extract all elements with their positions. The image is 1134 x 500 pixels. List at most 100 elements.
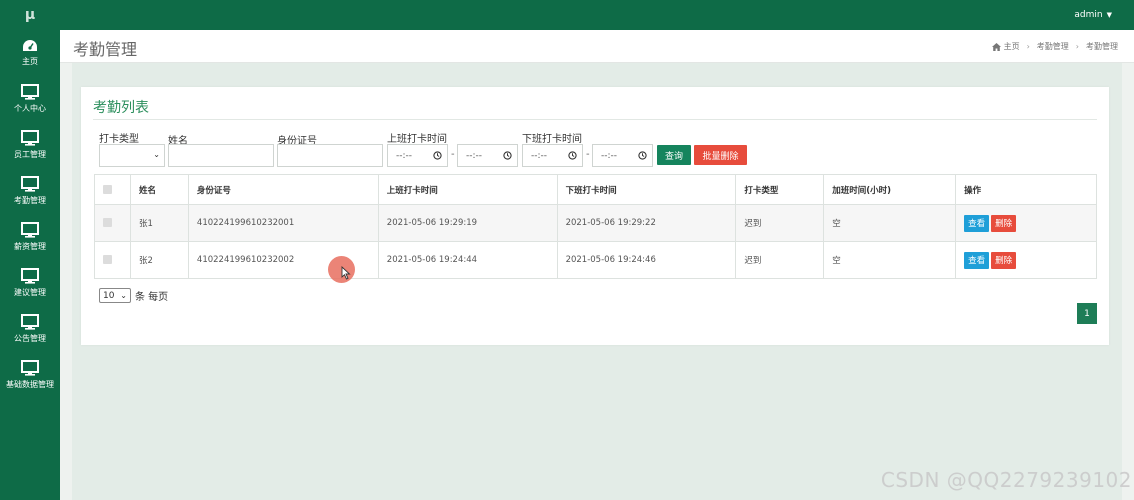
in-time-start-input[interactable]: --:-- [387, 144, 448, 167]
page-title: 考勤管理 [73, 40, 138, 59]
user-name: admin [1074, 10, 1103, 20]
time-placeholder: --:-- [396, 150, 413, 161]
cell-actions: 查看 删除 [955, 241, 1097, 279]
cell-out-time: 2021-05-06 19:29:22 [556, 204, 737, 242]
column-header: 下班打卡时间 [556, 174, 737, 205]
select-all-checkbox[interactable] [103, 184, 112, 194]
view-button[interactable]: 查看 [964, 214, 990, 232]
sidebar-item-label: 公告管理 [14, 334, 46, 343]
row-checkbox[interactable] [103, 255, 112, 264]
monitor-icon [21, 130, 39, 146]
sidebar-item-label: 薪资管理 [14, 242, 46, 251]
monitor-icon [21, 222, 39, 238]
column-header: 加班时间(小时) [823, 174, 957, 205]
sidebar-item-label: 考勤管理 [14, 196, 46, 205]
page-size-suffix: 条 每页 [135, 292, 169, 303]
chevron-down-icon: ⌄ [153, 150, 160, 159]
chevron-right-icon: › [1026, 42, 1030, 51]
cell-punch-type: 迟到 [735, 204, 825, 242]
dashboard-icon [23, 40, 37, 51]
batch-delete-button[interactable]: 批量删除 [694, 145, 747, 165]
cell-name: 张2 [129, 241, 189, 279]
filter-in-time-label: 上班打卡时间 [387, 134, 447, 145]
attendance-table: 姓名 身份证号 上班打卡时间 下班打卡时间 打卡类型 加班时间(小时) 操作 张… [94, 174, 1097, 279]
range-separator: - [451, 149, 455, 160]
divider [93, 119, 1097, 120]
search-button[interactable]: 查询 [657, 145, 691, 165]
monitor-icon [21, 268, 39, 284]
breadcrumb-home[interactable]: 主页 [1004, 41, 1020, 52]
row-select-cell [94, 241, 131, 279]
card-title: 考勤列表 [93, 100, 149, 116]
sidebar-item-home[interactable]: 主页 [0, 30, 60, 76]
cell-overtime: 空 [823, 241, 957, 279]
sidebar-item-personal-center[interactable]: 个人中心 [0, 76, 60, 122]
out-time-start-input[interactable]: --:-- [522, 144, 583, 167]
out-time-end-input[interactable]: --:-- [592, 144, 653, 167]
top-navbar: admin ▼ [60, 0, 1134, 30]
watermark: CSDN @QQ2279239102 [880, 468, 1132, 492]
clock-icon [433, 151, 442, 160]
delete-button[interactable]: 删除 [991, 214, 1017, 232]
chevron-right-icon: › [1075, 42, 1079, 51]
cell-in-time: 2021-05-06 19:24:44 [377, 241, 558, 279]
breadcrumb-item[interactable]: 考勤管理 [1037, 41, 1069, 52]
clock-icon [568, 151, 577, 160]
chevron-down-icon: ⌄ [120, 291, 127, 300]
app-logo: μ [24, 7, 36, 23]
cell-in-time: 2021-05-06 19:29:19 [377, 204, 558, 242]
monitor-icon [21, 360, 39, 376]
column-header: 身份证号 [187, 174, 379, 205]
page-size-control: 10 ⌄ 条 每页 [99, 288, 168, 303]
page-1-button[interactable]: 1 [1077, 303, 1097, 324]
column-header: 打卡类型 [735, 174, 825, 205]
column-header: 上班打卡时间 [377, 174, 558, 205]
punch-type-select[interactable]: ⌄ [99, 144, 165, 167]
sidebar-item-employees[interactable]: 员工管理 [0, 122, 60, 168]
cell-id-number: 410224199610232001 [187, 204, 379, 242]
table-row: 张2 410224199610232002 2021-05-06 19:24:4… [94, 241, 1097, 279]
id-number-input[interactable] [277, 144, 383, 167]
sidebar-item-label: 个人中心 [14, 104, 46, 113]
caret-down-icon: ▼ [1106, 11, 1112, 19]
breadcrumb: 主页 › 考勤管理 › 考勤管理 [991, 41, 1118, 52]
sidebar-item-base-data[interactable]: 基础数据管理 [0, 352, 60, 398]
cell-out-time: 2021-05-06 19:24:46 [556, 241, 737, 279]
range-separator: - [586, 149, 590, 160]
time-placeholder: --:-- [601, 150, 618, 161]
view-button[interactable]: 查看 [964, 251, 990, 269]
home-icon [991, 42, 1001, 51]
column-header: 姓名 [129, 174, 189, 205]
sidebar-item-attendance[interactable]: 考勤管理 [0, 168, 60, 214]
monitor-icon [21, 84, 39, 100]
in-time-end-input[interactable]: --:-- [457, 144, 518, 167]
sidebar-item-label: 员工管理 [14, 150, 46, 159]
page-size-value: 10 [103, 290, 115, 301]
column-header: 操作 [955, 174, 1097, 205]
sidebar-item-salary[interactable]: 薪资管理 [0, 214, 60, 260]
sidebar-item-label: 主页 [22, 57, 38, 66]
sidebar-item-suggestions[interactable]: 建议管理 [0, 260, 60, 306]
table-row: 张1 410224199610232001 2021-05-06 19:29:1… [94, 204, 1097, 242]
time-placeholder: --:-- [531, 150, 548, 161]
attendance-card: 考勤列表 打卡类型 姓名 身份证号 上班打卡时间 下班打卡时间 ⌄ --:-- … [81, 87, 1109, 345]
clock-icon [503, 151, 512, 160]
filter-out-time-label: 下班打卡时间 [522, 134, 582, 145]
table-header-row: 姓名 身份证号 上班打卡时间 下班打卡时间 打卡类型 加班时间(小时) 操作 [94, 174, 1097, 205]
breadcrumb-current: 考勤管理 [1086, 42, 1118, 51]
sidebar-item-announcements[interactable]: 公告管理 [0, 306, 60, 352]
sidebar-item-label: 建议管理 [14, 288, 46, 297]
row-select-cell [94, 204, 131, 242]
select-all-cell [94, 174, 131, 205]
sidebar-item-label: 基础数据管理 [6, 380, 54, 389]
sidebar: μ 主页 个人中心 员工管理 考勤管理 薪资管理 建议管理 公告管理 基础数据管… [0, 0, 60, 500]
content-area: 考勤列表 打卡类型 姓名 身份证号 上班打卡时间 下班打卡时间 ⌄ --:-- … [72, 63, 1122, 500]
delete-button[interactable]: 删除 [991, 251, 1017, 269]
row-actions: 查看 删除 [964, 214, 1096, 232]
name-input[interactable] [168, 144, 274, 167]
page-size-select[interactable]: 10 ⌄ [99, 288, 131, 303]
row-checkbox[interactable] [103, 218, 112, 227]
monitor-icon [21, 176, 39, 192]
cell-actions: 查看 删除 [955, 204, 1097, 242]
user-menu[interactable]: admin ▼ [1074, 0, 1112, 30]
